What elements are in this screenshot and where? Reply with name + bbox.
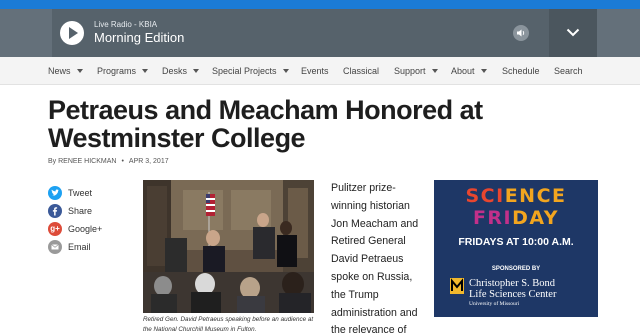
nav-item-special-projects[interactable]: Special Projects (212, 66, 289, 76)
nav-item-support[interactable]: Support (394, 66, 438, 76)
ad-title-day: DAY (512, 207, 559, 229)
live-radio-player: Live Radio - KBIA Morning Edition (0, 9, 640, 57)
caret-down-icon (76, 69, 83, 73)
article-date: APR 3, 2017 (128, 158, 169, 165)
nav-item-desks[interactable]: Desks (162, 66, 200, 76)
ad-schedule: FRIDAYS AT 10:00 A.M. (458, 236, 573, 248)
email-icon (48, 240, 62, 254)
share-label: Email (68, 242, 91, 252)
nav-label: Desks (162, 66, 188, 76)
mizzou-logo-icon (450, 278, 464, 294)
article-byline: By RENEE HICKMAN • APR 3, 2017 (48, 158, 169, 165)
chevron-down-icon (566, 28, 580, 37)
nav-item-schedule[interactable]: Schedule (502, 66, 540, 76)
nav-label: Special Projects (212, 66, 277, 76)
caret-down-icon (431, 69, 438, 73)
nav-label: Programs (97, 66, 137, 76)
nav-label: Events (301, 66, 329, 76)
nav-label: News (48, 66, 71, 76)
caret-down-icon (480, 69, 487, 73)
program-title[interactable]: Morning Edition (94, 30, 184, 45)
main-navigation: News Programs Desks Special Projects Eve… (0, 57, 640, 85)
twitter-icon (48, 186, 62, 200)
volume-button[interactable] (513, 25, 529, 41)
nav-item-events[interactable]: Events (301, 66, 329, 76)
ad-title-sci: SCI (465, 185, 504, 207)
nav-label: Schedule (502, 66, 540, 76)
science-friday-ad[interactable]: SCIENCE FRIDAY FRIDAYS AT 10:00 A.M. SPO… (434, 180, 598, 317)
share-label: Tweet (68, 188, 93, 198)
nav-item-programs[interactable]: Programs (97, 66, 149, 76)
caret-down-icon (193, 69, 200, 73)
caret-down-icon (142, 69, 149, 73)
facebook-icon (48, 204, 62, 218)
play-button[interactable] (60, 21, 84, 45)
nav-label: Classical (343, 66, 380, 76)
station-name: Live Radio - KBIA (94, 20, 158, 29)
nav-item-news[interactable]: News (48, 66, 83, 76)
ad-sponsored-by: SPONSORED BY (492, 266, 540, 272)
svg-text:FRIDAY: FRIDAY (473, 207, 559, 229)
ad-sponsor-line2: Life Sciences Center (469, 289, 557, 300)
nav-label: Search (554, 66, 583, 76)
expand-player-button[interactable] (549, 9, 597, 57)
play-icon (69, 27, 78, 39)
nav-item-classical[interactable]: Classical (343, 66, 379, 76)
ad-title-fri: FRI (473, 207, 512, 229)
player-panel: Live Radio - KBIA Morning Edition (52, 9, 597, 57)
byline-author[interactable]: By RENEE HICKMAN (48, 158, 116, 165)
share-label: Google+ (68, 224, 103, 234)
byline-separator: • (121, 158, 124, 165)
volume-icon (517, 29, 525, 37)
nav-item-search[interactable]: Search (554, 66, 583, 76)
photo-caption: Retired Gen. David Petraeus speaking bef… (143, 316, 314, 333)
ad-title-ence: ENCE (505, 185, 567, 207)
caret-down-icon (282, 69, 289, 73)
share-label: Share (68, 206, 93, 216)
google-plus-icon: g+ (48, 222, 62, 236)
article-headline: Petraeus and Meacham Honored at Westmins… (48, 95, 483, 153)
article-photo[interactable] (143, 180, 314, 313)
nav-item-about[interactable]: About (451, 66, 487, 76)
nav-label: About (451, 66, 475, 76)
ad-sponsor-line1: Christopher S. Bond (469, 278, 556, 289)
article-body: Pulitzer prize-winning historian Jon Mea… (331, 182, 419, 335)
nav-label: Support (394, 66, 426, 76)
top-accent-bar (0, 0, 640, 9)
ad-sponsor-line3: University of Missouri (469, 300, 520, 307)
svg-text:SCIENCE: SCIENCE (465, 185, 566, 207)
